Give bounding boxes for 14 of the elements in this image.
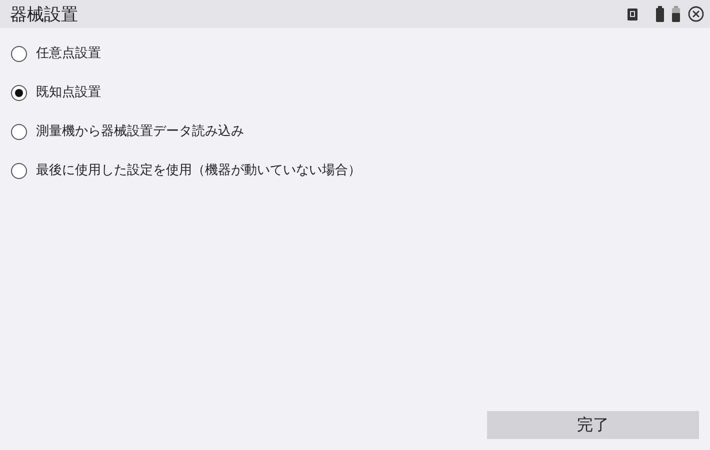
battery-icon	[672, 6, 680, 22]
close-icon[interactable]	[688, 6, 704, 22]
radio-button[interactable]	[11, 124, 27, 140]
radio-button[interactable]	[11, 85, 27, 101]
option-label: 任意点設置	[36, 45, 101, 63]
window-title: 器械設置	[10, 4, 79, 26]
option-label: 最後に使用した設定を使用（機器が動いていない場合）	[36, 162, 361, 180]
battery-icon	[656, 6, 664, 22]
option-label: 測量機から器械設置データ読み込み	[36, 123, 244, 141]
radio-button[interactable]	[11, 46, 27, 62]
option-label: 既知点設置	[36, 84, 101, 102]
done-button[interactable]: 完了	[487, 411, 699, 439]
radio-button[interactable]	[11, 163, 27, 179]
device-icon	[627, 8, 638, 20]
